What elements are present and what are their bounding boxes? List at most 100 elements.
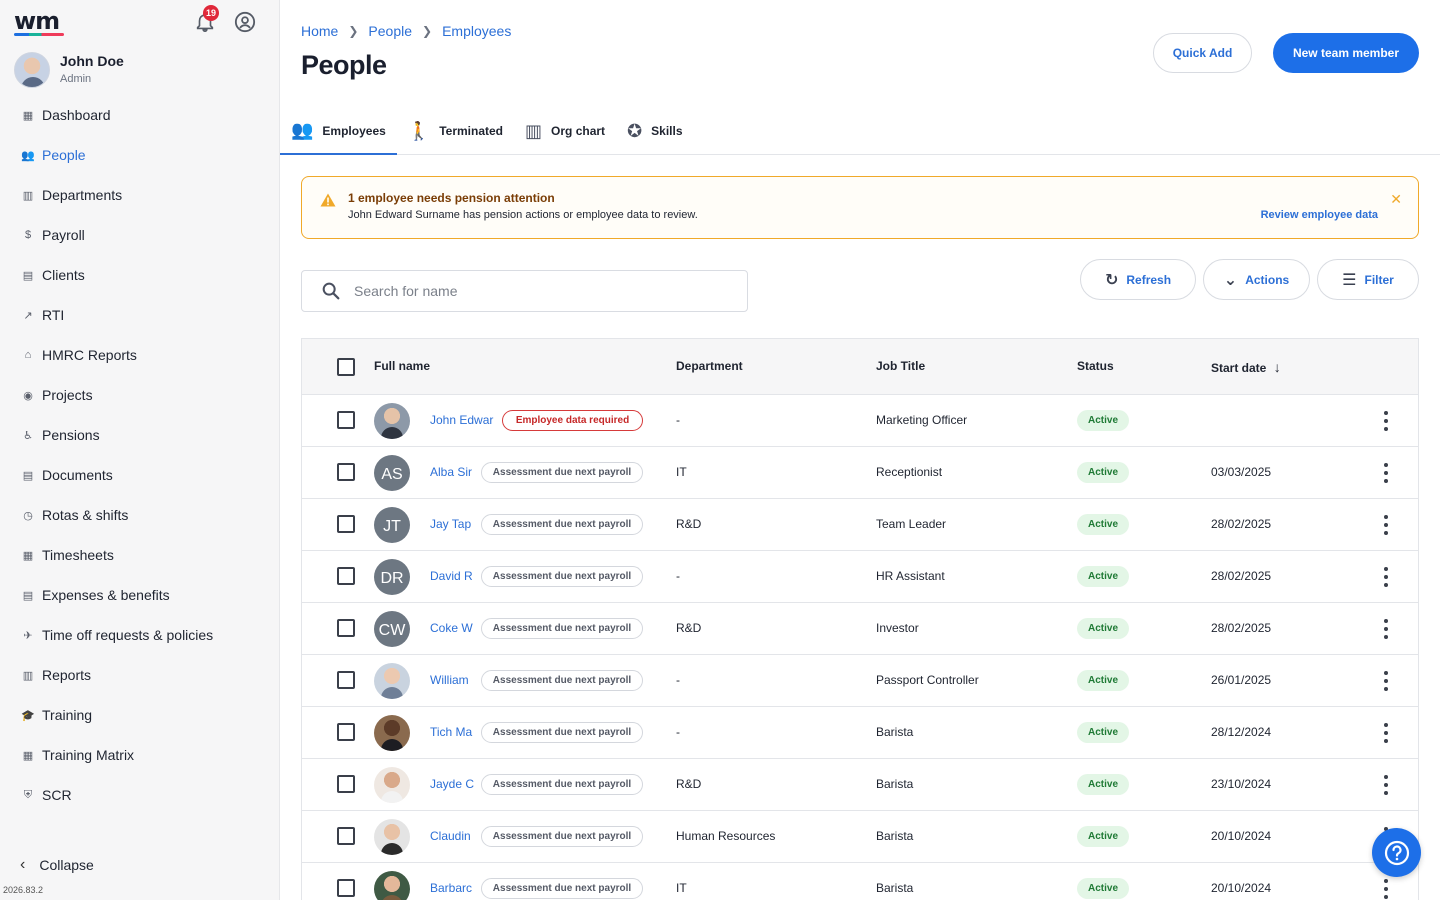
collapse-button[interactable]: ‹ Collapse <box>20 856 94 874</box>
sidebar-item-timesheets[interactable]: ▦ Timesheets <box>0 535 279 575</box>
table-header: Full name Department Job Title Status St… <box>302 339 1418 395</box>
more-options-icon[interactable] <box>1384 671 1390 691</box>
building-icon: ▥ <box>22 189 34 202</box>
row-checkbox[interactable] <box>337 515 355 533</box>
more-options-icon[interactable] <box>1384 515 1390 535</box>
employee-name-link[interactable]: Jay Tap <box>430 517 474 531</box>
employee-avatar[interactable] <box>374 871 410 900</box>
sidebar-item-label: Projects <box>42 387 93 403</box>
more-options-icon[interactable] <box>1384 723 1390 743</box>
employee-name-link[interactable]: Claudin <box>430 829 474 843</box>
sidebar-item-projects[interactable]: ◉ Projects <box>0 375 279 415</box>
row-checkbox[interactable] <box>337 879 355 897</box>
employee-name-link[interactable]: William <box>430 673 474 687</box>
search-input[interactable] <box>354 283 714 299</box>
employee-name-link[interactable]: Jayde C <box>430 777 474 791</box>
help-button[interactable] <box>1372 828 1421 877</box>
sidebar-item-label: Expenses & benefits <box>42 587 170 603</box>
start-date-cell: 20/10/2024 <box>1211 829 1272 843</box>
row-checkbox[interactable] <box>337 619 355 637</box>
breadcrumb-people[interactable]: People <box>368 23 412 39</box>
employee-name-link[interactable]: David R <box>430 569 474 583</box>
sidebar-item-departments[interactable]: ▥ Departments <box>0 175 279 215</box>
sidebar-item-pensions[interactable]: ♿ Pensions <box>0 415 279 455</box>
more-options-icon[interactable] <box>1384 567 1390 587</box>
sidebar-item-people[interactable]: 👥 People <box>0 135 279 175</box>
close-icon[interactable]: ✕ <box>1390 191 1402 208</box>
employee-avatar[interactable]: CW <box>374 611 410 647</box>
status-badge: Active <box>1077 514 1129 535</box>
column-start-date[interactable]: Start date ↓ <box>1211 359 1281 375</box>
employee-avatar[interactable] <box>374 663 410 699</box>
sidebar-item-documents[interactable]: ▤ Documents <box>0 455 279 495</box>
column-full-name[interactable]: Full name <box>374 359 430 373</box>
employee-avatar[interactable]: JT <box>374 507 410 543</box>
app-logo[interactable]: wm <box>14 9 66 36</box>
row-checkbox[interactable] <box>337 671 355 689</box>
more-options-icon[interactable] <box>1384 619 1390 639</box>
tab-terminated[interactable]: 🚶 Terminated <box>397 108 514 154</box>
sidebar-item-label: Rotas & shifts <box>42 507 129 523</box>
tab-org-chart[interactable]: ▥ Org chart <box>514 108 616 154</box>
document-icon: ▤ <box>22 469 34 482</box>
filter-button[interactable]: ☰ Filter <box>1317 259 1419 300</box>
user-avatar[interactable] <box>14 52 50 88</box>
more-options-icon[interactable] <box>1384 879 1390 899</box>
employee-name-link[interactable]: Coke W <box>430 621 474 635</box>
sidebar-item-expenses-and-benefits[interactable]: ▤ Expenses & benefits <box>0 575 279 615</box>
employee-avatar[interactable] <box>374 767 410 803</box>
row-checkbox[interactable] <box>337 411 355 429</box>
pension-alert: 1 employee needs pension attention John … <box>301 176 1419 239</box>
row-checkbox[interactable] <box>337 775 355 793</box>
sidebar-item-time-off-requests-and-policies[interactable]: ✈ Time off requests & policies <box>0 615 279 655</box>
tab-skills[interactable]: ✪ Skills <box>616 108 693 154</box>
actions-button[interactable]: ⌄ Actions <box>1203 259 1310 300</box>
employee-avatar[interactable]: DR <box>374 559 410 595</box>
row-checkbox[interactable] <box>337 723 355 741</box>
sidebar-item-payroll[interactable]: $ Payroll <box>0 215 279 255</box>
employee-name-link[interactable]: John Edwar <box>430 413 498 427</box>
new-team-member-button[interactable]: New team member <box>1273 33 1419 73</box>
sidebar-item-training[interactable]: 🎓 Training <box>0 695 279 735</box>
row-checkbox[interactable] <box>337 567 355 585</box>
sidebar-item-clients[interactable]: ▤ Clients <box>0 255 279 295</box>
employee-name-link[interactable]: Alba Sir <box>430 465 474 479</box>
employee-avatar[interactable] <box>374 715 410 751</box>
account-circle-icon[interactable] <box>234 11 256 33</box>
alert-message: John Edward Surname has pension actions … <box>348 209 698 221</box>
tab-employees[interactable]: 👥 Employees <box>280 108 397 155</box>
sidebar-item-rotas-and-shifts[interactable]: ◷ Rotas & shifts <box>0 495 279 535</box>
alert-title: 1 employee needs pension attention <box>348 191 555 205</box>
employee-avatar[interactable] <box>374 403 410 439</box>
start-date-cell: 23/10/2024 <box>1211 777 1272 791</box>
breadcrumb-home[interactable]: Home <box>301 23 338 39</box>
select-all-checkbox[interactable] <box>337 358 355 376</box>
column-job-title[interactable]: Job Title <box>876 359 925 373</box>
sidebar-item-scr[interactable]: ⛨ SCR <box>0 775 279 815</box>
employee-avatar[interactable]: AS <box>374 455 410 491</box>
employee-name-link[interactable]: Tich Ma <box>430 725 474 739</box>
sidebar-item-dashboard[interactable]: ▦ Dashboard <box>0 95 279 135</box>
employee-avatar[interactable] <box>374 819 410 855</box>
more-options-icon[interactable] <box>1384 411 1390 431</box>
column-department[interactable]: Department <box>676 359 743 373</box>
more-options-icon[interactable] <box>1384 463 1390 483</box>
sidebar-item-reports[interactable]: ▥ Reports <box>0 655 279 695</box>
refresh-button[interactable]: ↻ Refresh <box>1080 259 1196 300</box>
sidebar-item-rti[interactable]: ↗ RTI <box>0 295 279 335</box>
column-status[interactable]: Status <box>1077 359 1114 373</box>
tab-label: Employees <box>322 123 386 138</box>
sidebar-item-hmrc-reports[interactable]: ⌂ HMRC Reports <box>0 335 279 375</box>
more-options-icon[interactable] <box>1384 775 1390 795</box>
assessment-badge: Assessment due next payroll <box>481 670 643 691</box>
row-checkbox[interactable] <box>337 827 355 845</box>
quick-add-button[interactable]: Quick Add <box>1153 33 1252 73</box>
review-employee-data-link[interactable]: Review employee data <box>1261 209 1378 221</box>
sidebar-item-training-matrix[interactable]: ▦ Training Matrix <box>0 735 279 775</box>
row-checkbox[interactable] <box>337 463 355 481</box>
breadcrumb-employees[interactable]: Employees <box>442 23 511 39</box>
department-cell: IT <box>676 465 687 479</box>
kebab-dot <box>1384 479 1388 483</box>
employee-name-link[interactable]: Barbarc <box>430 881 474 895</box>
actions-label: Actions <box>1245 272 1290 287</box>
